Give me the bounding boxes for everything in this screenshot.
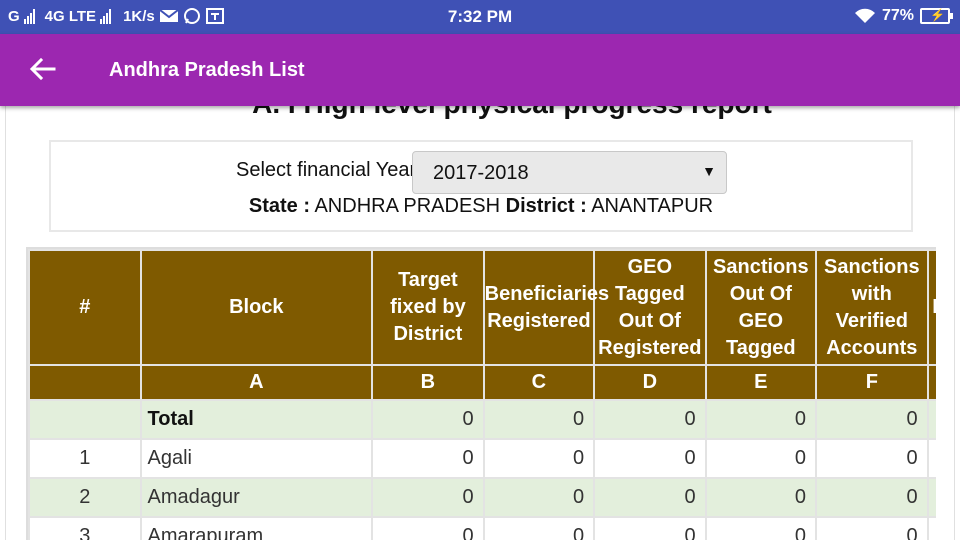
table-row[interactable]: 1 Agali 0 0 0 0 0 <box>28 438 936 479</box>
table-cell: 0 <box>371 438 485 479</box>
report-title: A. I High level physical progress report <box>0 106 960 120</box>
table-cell: 0 <box>593 477 707 518</box>
table-cell: 0 <box>482 438 596 479</box>
column-header: Block <box>139 249 374 366</box>
row-number: 1 <box>28 438 142 479</box>
table-cell <box>926 477 936 518</box>
column-letter: G <box>926 364 936 401</box>
clock: 7:32 PM <box>447 7 513 26</box>
battery-percent: 77% <box>881 7 914 24</box>
battery-icon: ⚡ <box>920 8 953 24</box>
progress-table-container[interactable]: # Block Target fixed by District Benefic… <box>26 247 936 540</box>
table-cell: 0 <box>482 516 596 540</box>
total-row: Total 0 0 0 0 0 <box>28 399 936 440</box>
column-letter-row: A B C D E F G <box>28 364 936 401</box>
wifi-icon <box>854 8 875 23</box>
progress-table: # Block Target fixed by District Benefic… <box>28 249 936 540</box>
table-cell: 0 <box>815 438 929 479</box>
column-letter: D <box>593 364 707 401</box>
table-cell <box>926 438 936 479</box>
block-name: Amadagur <box>139 477 374 518</box>
back-arrow-icon[interactable] <box>28 54 58 84</box>
row-number: 3 <box>28 516 142 540</box>
total-label: Total <box>139 399 374 440</box>
table-cell: 0 <box>593 438 707 479</box>
column-header: 1st Instalment Paid <box>926 249 936 366</box>
table-cell: 0 <box>704 516 818 540</box>
column-header: Beneficiaries Registered <box>482 249 609 366</box>
table-header-row: # Block Target fixed by District Benefic… <box>28 249 936 366</box>
block-name: Amarapuram <box>139 516 374 540</box>
state-value: ANDHRA PRADESH <box>314 195 501 217</box>
fy-label: Select financial Year <box>236 159 417 181</box>
column-header: # <box>28 249 142 366</box>
content-area[interactable]: A. I High level physical progress report… <box>0 106 960 540</box>
table-cell: 0 <box>815 399 929 440</box>
table-cell: 0 <box>371 477 485 518</box>
column-letter: F <box>815 364 929 401</box>
table-cell: 0 <box>815 477 929 518</box>
table-cell: 0 <box>704 438 818 479</box>
column-letter <box>28 364 142 401</box>
row-number: 2 <box>28 477 142 518</box>
page-title: Andhra Pradesh List <box>109 59 305 81</box>
table-cell: 0 <box>704 399 818 440</box>
status-bar: G 4G LTE 1K/s 7:32 PM 77% ⚡ <box>0 0 960 34</box>
table-cell: 0 <box>593 399 707 440</box>
status-right: 77% ⚡ <box>854 7 953 25</box>
filter-panel: Select financial Year 2017-2018 ▼ State … <box>49 140 913 232</box>
table-cell: 0 <box>482 477 596 518</box>
table-cell: 0 <box>593 516 707 540</box>
district-label: District : <box>505 195 587 217</box>
column-letter: A <box>139 364 374 401</box>
district-value: ANANTAPUR <box>591 195 714 217</box>
app-bar: Andhra Pradesh List <box>0 34 960 106</box>
state-district-line: State : ANDHRA PRADESH District : ANANTA… <box>51 195 911 218</box>
state-label: State : <box>248 195 311 217</box>
fy-selected-value: 2017-2018 <box>433 162 529 184</box>
block-name: Agali <box>139 438 374 479</box>
dropdown-arrow-icon: ▼ <box>702 163 716 179</box>
table-row[interactable]: 2 Amadagur 0 0 0 0 0 <box>28 477 936 518</box>
column-letter: B <box>371 364 485 401</box>
table-row[interactable]: 3 Amarapuram 0 0 0 0 0 <box>28 516 936 540</box>
table-cell <box>28 399 142 440</box>
column-letter: C <box>482 364 596 401</box>
column-letter: E <box>704 364 818 401</box>
financial-year-select[interactable]: 2017-2018 ▼ <box>412 151 727 194</box>
table-cell <box>926 516 936 540</box>
column-header: Sanctions with Verified Accounts <box>815 249 929 366</box>
table-cell: 0 <box>482 399 596 440</box>
column-header: Target fixed by District <box>371 249 485 366</box>
table-cell: 0 <box>815 516 929 540</box>
table-cell <box>926 399 936 440</box>
table-cell: 0 <box>371 516 485 540</box>
column-header: Sanctions Out Of GEO Tagged <box>704 249 818 366</box>
table-cell: 0 <box>371 399 485 440</box>
column-header: GEO Tagged Out Of Registered <box>593 249 707 366</box>
table-cell: 0 <box>704 477 818 518</box>
